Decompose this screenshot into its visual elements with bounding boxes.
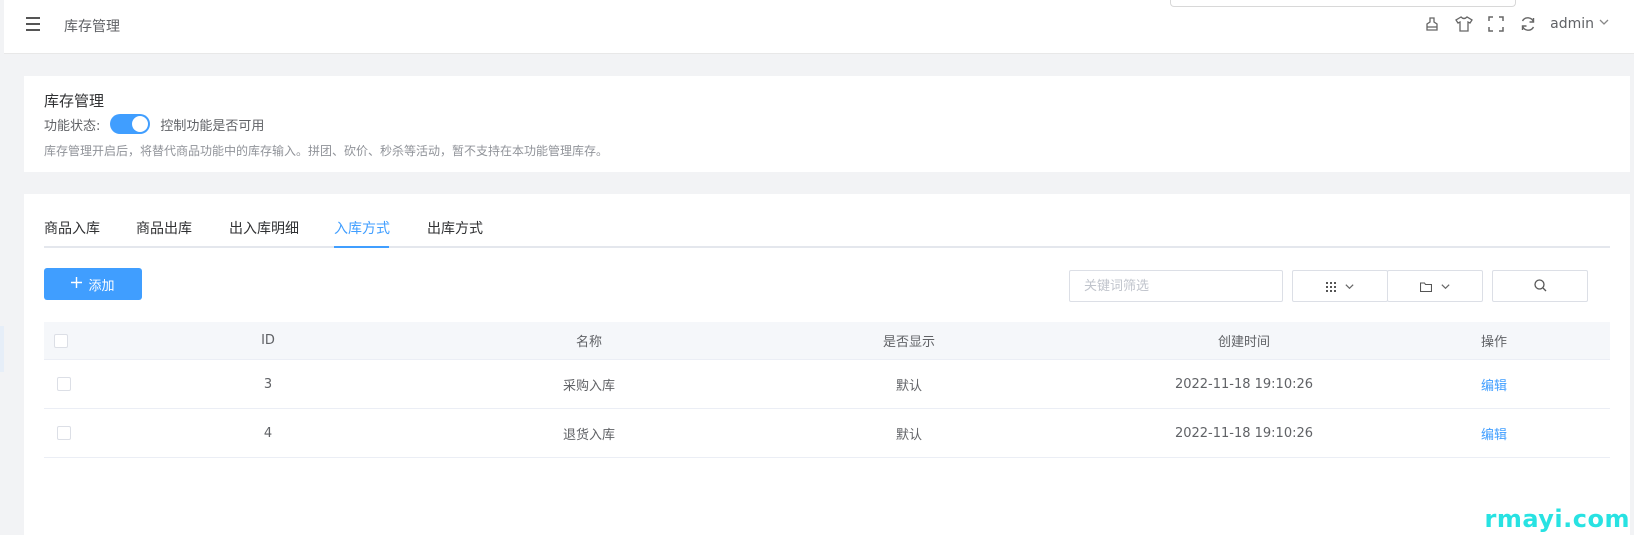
add-button-label: 添加 (88, 278, 115, 294)
in-methods-table: ID 名称 是否显示 创建时间 操作 3 采购入库 默认 2022-11-18 … (44, 322, 1610, 458)
search-button[interactable] (1492, 270, 1588, 302)
tab-out-methods[interactable]: 出库方式 (427, 218, 483, 238)
cell-id: 3 (263, 376, 273, 392)
tab-goods-out[interactable]: 商品出库 (136, 218, 192, 238)
edit-link[interactable]: 编辑 (1481, 424, 1507, 443)
table-header: ID 名称 是否显示 创建时间 操作 (44, 322, 1610, 360)
cell-name: 采购入库 (562, 378, 615, 394)
card-title: 库存管理 (44, 92, 105, 110)
tab-stock-detail[interactable]: 出入库明细 (229, 218, 299, 238)
clean-icon[interactable] (1422, 14, 1442, 34)
cell-created: 2022-11-18 19:10:26 (1174, 376, 1314, 392)
menu-toggle-icon[interactable] (26, 15, 44, 33)
status-description: 控制功能是否可用 (160, 118, 265, 134)
status-row: 功能状态: 控制功能是否可用 (44, 114, 264, 134)
status-label: 功能状态: (44, 118, 101, 134)
cell-show: 默认 (895, 378, 922, 394)
grid-icon (1325, 277, 1336, 296)
refresh-icon[interactable] (1518, 14, 1538, 34)
sidebar-active-mark (0, 326, 4, 372)
table-row: 3 采购入库 默认 2022-11-18 19:10:26 编辑 (44, 360, 1610, 409)
user-menu[interactable]: admin (1550, 16, 1610, 32)
tab-goods-in[interactable]: 商品入库 (44, 218, 100, 238)
export-dropdown[interactable] (1387, 270, 1483, 302)
fullscreen-icon[interactable] (1486, 14, 1506, 34)
cell-show: 默认 (895, 427, 922, 443)
search-icon (1533, 277, 1547, 296)
watermark: rmayi.com (1484, 505, 1630, 533)
table-row: 4 退货入库 默认 2022-11-18 19:10:26 编辑 (44, 409, 1610, 458)
sidebar-edge (0, 0, 4, 535)
shirt-icon[interactable] (1454, 14, 1474, 34)
folder-icon (1419, 277, 1432, 296)
main-card: 商品入库 商品出库 出入库明细 入库方式 出库方式 添加 关键词筛选 ID 名称… (24, 194, 1630, 535)
row-checkbox[interactable] (57, 377, 71, 391)
username: admin (1550, 16, 1594, 32)
edit-link[interactable]: 编辑 (1481, 375, 1507, 394)
active-tab-indicator (334, 246, 389, 248)
column-header-show: 是否显示 (882, 335, 935, 350)
tab-bar: 商品入库 商品出库 出入库明细 入库方式 出库方式 (44, 212, 1610, 248)
top-header: 库存管理 admin (4, 0, 1634, 54)
feature-toggle[interactable] (110, 114, 151, 134)
cell-created: 2022-11-18 19:10:26 (1174, 425, 1314, 441)
plus-icon (71, 276, 83, 292)
keyword-search-input[interactable] (1069, 270, 1283, 302)
header-tools: admin (1422, 14, 1610, 34)
chevron-down-icon (1598, 16, 1610, 32)
popup-panel-edge (1170, 0, 1516, 7)
select-all-checkbox[interactable] (54, 333, 68, 348)
tab-in-methods[interactable]: 入库方式 (334, 218, 390, 238)
chevron-down-icon (1344, 277, 1355, 296)
breadcrumb[interactable]: 库存管理 (64, 16, 120, 36)
cell-id: 4 (263, 425, 273, 441)
column-header-id: ID (261, 333, 275, 348)
column-header-name: 名称 (575, 335, 602, 350)
add-button[interactable]: 添加 (44, 268, 142, 300)
feature-note: 库存管理开启后，将替代商品功能中的库存输入。拼团、砍价、秒杀等活动，暂不支持在本… (44, 144, 609, 158)
column-display-dropdown[interactable] (1292, 270, 1388, 302)
row-checkbox[interactable] (57, 426, 71, 440)
cell-name: 退货入库 (562, 427, 615, 443)
column-header-action: 操作 (1480, 335, 1507, 350)
chevron-down-icon (1440, 277, 1451, 296)
column-header-created: 创建时间 (1217, 335, 1270, 350)
stock-settings-card: 库存管理 功能状态: 控制功能是否可用 库存管理开启后，将替代商品功能中的库存输… (24, 76, 1630, 172)
